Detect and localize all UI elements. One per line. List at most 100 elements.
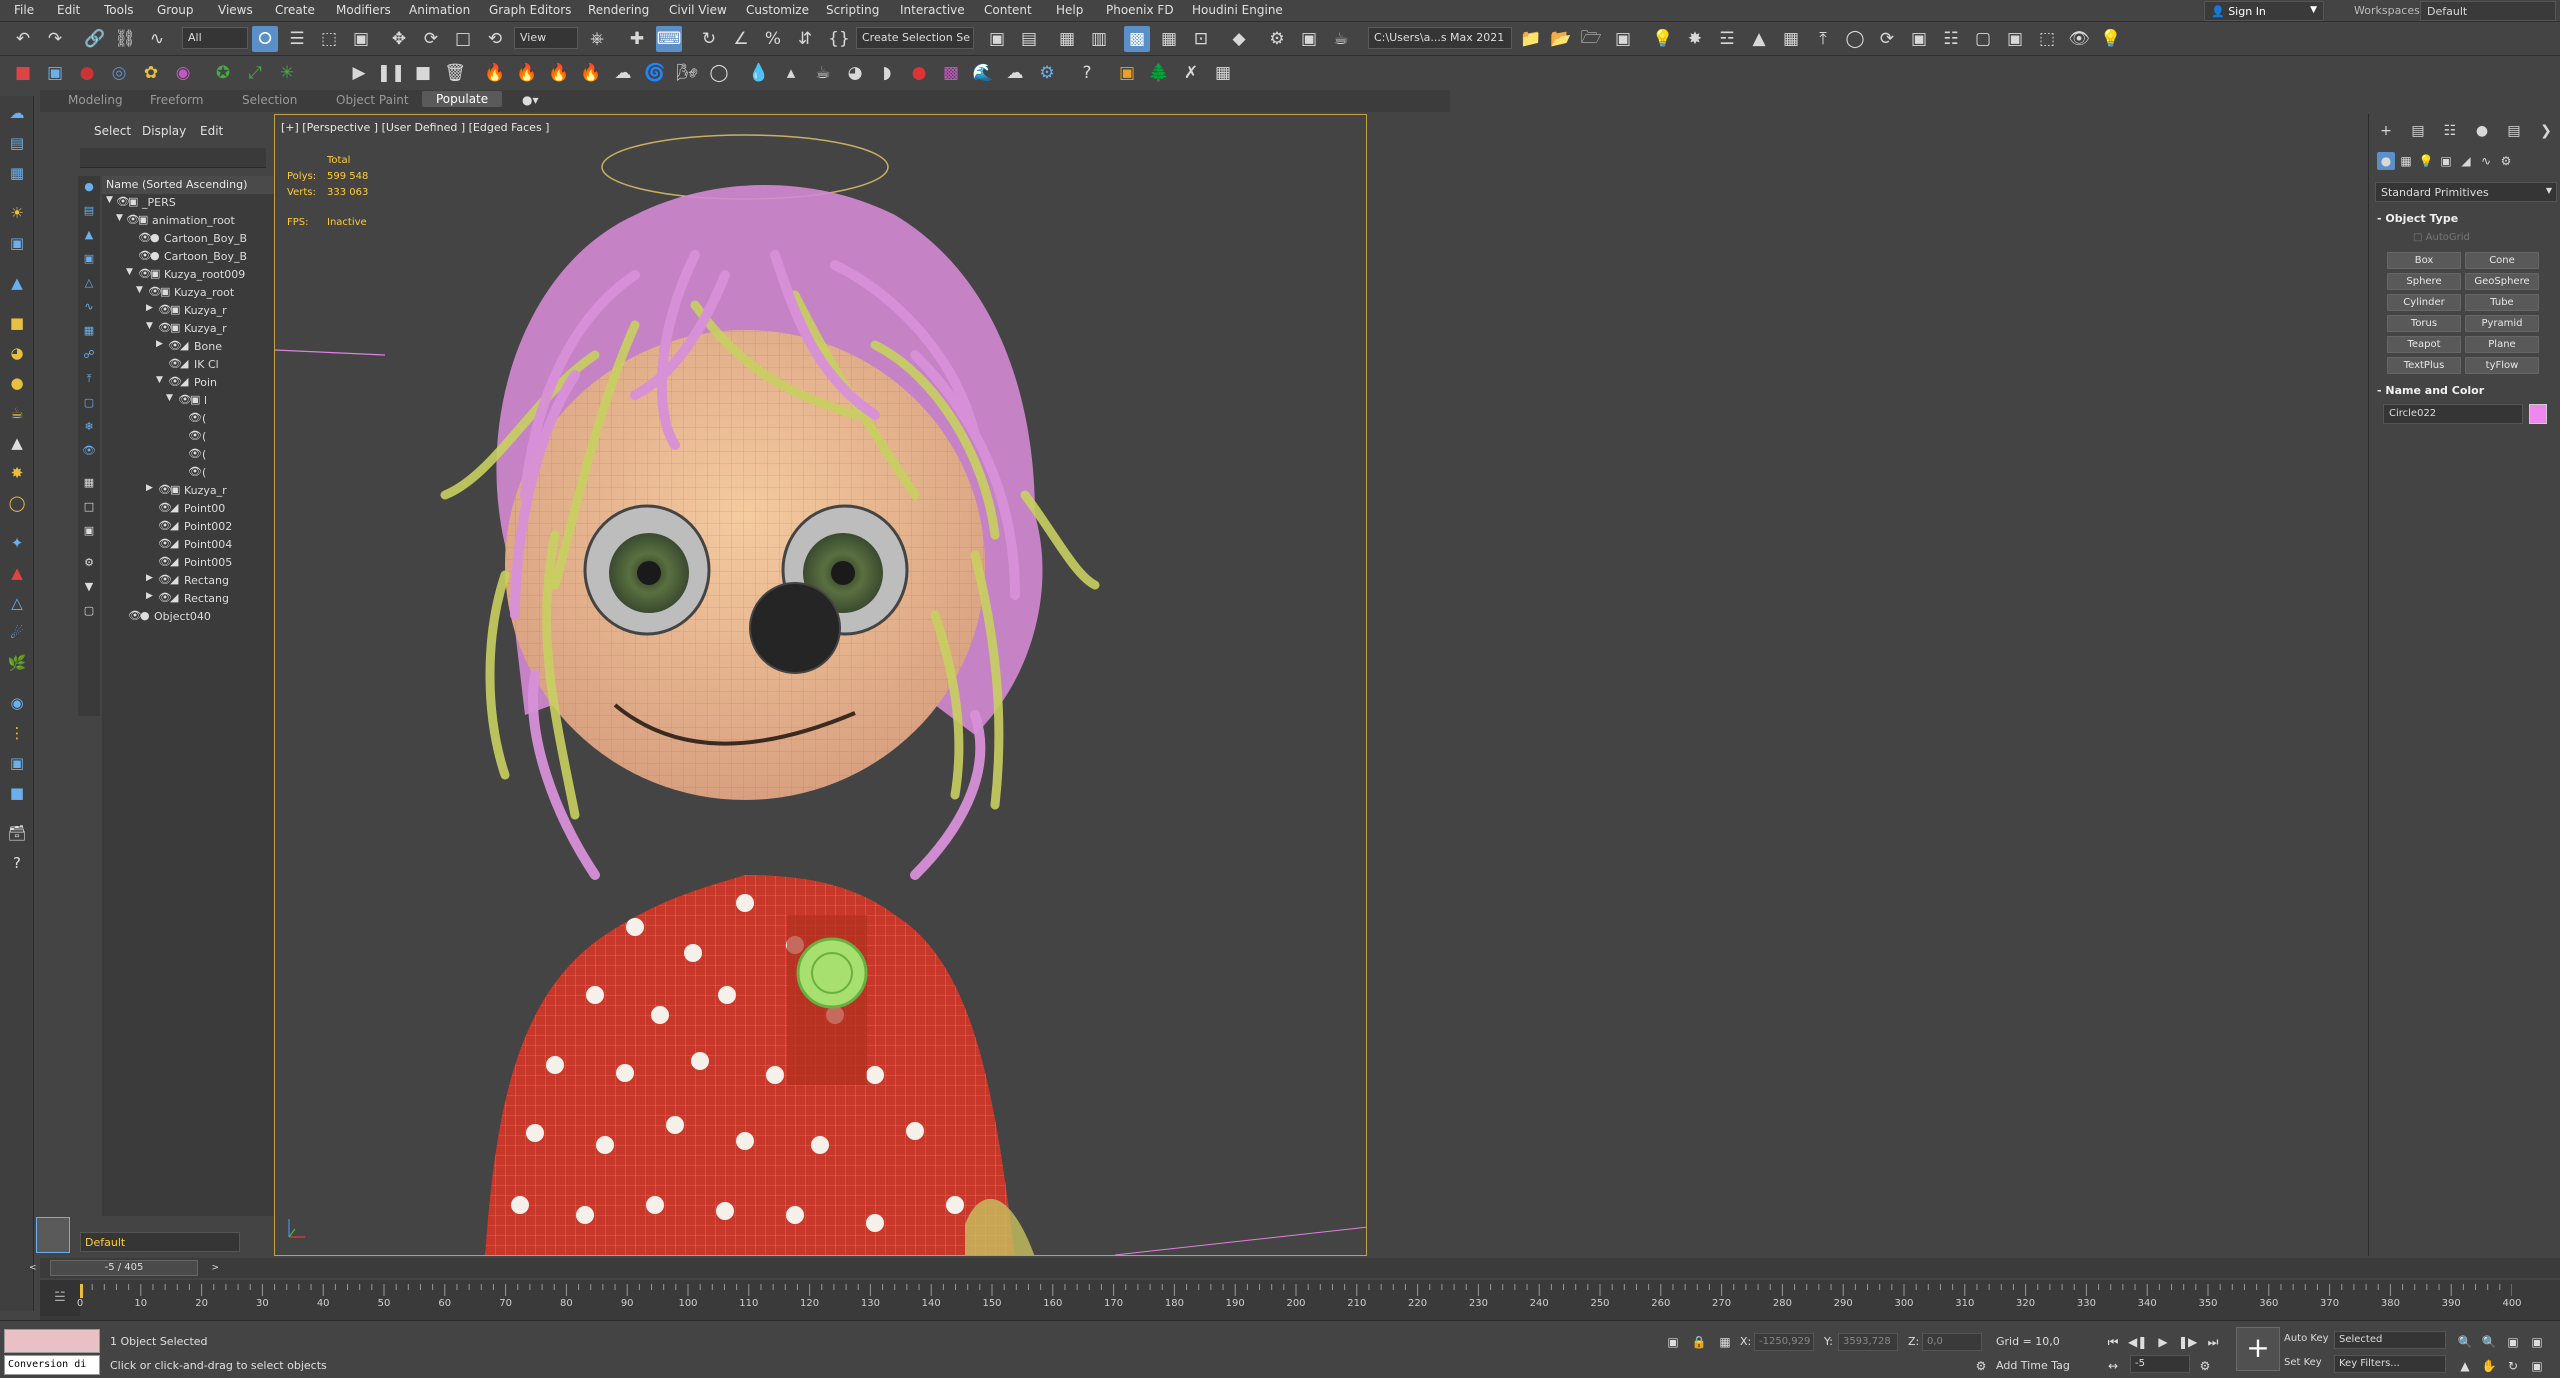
photometric-icon[interactable]: ▲: [1746, 26, 1772, 52]
link-icon[interactable]: 🔗: [82, 26, 108, 52]
ring-tool-icon[interactable]: ◯: [6, 492, 28, 514]
time-configuration-icon[interactable]: ⚙: [2196, 1357, 2214, 1375]
project-folder-select[interactable]: C:\Users\a...s Max 2021: [1368, 27, 1512, 49]
next-frame-button-icon[interactable]: ❚▶: [2178, 1333, 2197, 1351]
menu-create[interactable]: Create: [275, 3, 315, 17]
tab-freeform[interactable]: Freeform: [150, 93, 203, 107]
rendered-frame-window-icon[interactable]: ▣: [1296, 26, 1322, 52]
tree-row[interactable]: 👁 ◢ Point002: [102, 518, 302, 536]
stop-circle-icon[interactable]: ●: [906, 60, 932, 86]
pyramid-button[interactable]: Pyramid: [2465, 315, 2539, 332]
select-by-name-icon[interactable]: ☰: [284, 26, 310, 52]
filter-xrefs-icon[interactable]: ☍: [81, 348, 97, 364]
collapse-arrow-icon[interactable]: ▼: [136, 285, 143, 295]
layer-icon[interactable]: ▦: [6, 162, 28, 184]
fire-particles-icon[interactable]: 🔥: [578, 60, 604, 86]
cone-tool-icon[interactable]: ▲: [6, 432, 28, 454]
tree-icon[interactable]: 🌲: [1146, 60, 1172, 86]
helpers-icon[interactable]: ▲: [6, 272, 28, 294]
scene-explorer-icon[interactable]: ▤: [6, 132, 28, 154]
fire-icon[interactable]: 🔥: [482, 60, 508, 86]
trackbar-ruler[interactable]: 0 10 20 30 40 50 60 70 80 90 100 110 120 130 140 150 160…: [77, 1280, 2522, 1312]
layer-explorer-toggle[interactable]: [36, 1217, 70, 1253]
frame-buffer-icon[interactable]: ▢: [1970, 26, 1996, 52]
box-button[interactable]: Box: [2387, 252, 2461, 269]
snaps-toggle-icon[interactable]: ↻: [696, 26, 722, 52]
cube-icon[interactable]: ▣: [42, 60, 68, 86]
hierarchy-tab-icon[interactable]: ☷: [2439, 120, 2461, 142]
collapse-arrow-icon[interactable]: ▼: [156, 375, 163, 385]
y-coordinate-field[interactable]: 3593,728: [1838, 1333, 1898, 1351]
collapse-arrow-icon[interactable]: ▼: [166, 393, 173, 403]
menu-civil-view[interactable]: Civil View: [669, 3, 727, 17]
cone-button[interactable]: Cone: [2465, 252, 2539, 269]
auto-key-button[interactable]: Auto Key: [2284, 1333, 2329, 1344]
time-config-arrows-icon[interactable]: ↔: [2104, 1357, 2122, 1375]
menu-graph-editors[interactable]: Graph Editors: [489, 3, 571, 17]
sun-icon[interactable]: ✸: [1682, 26, 1708, 52]
tab-object-paint[interactable]: Object Paint: [336, 93, 409, 107]
window-crossing-icon[interactable]: ▣: [348, 26, 374, 52]
stop-icon[interactable]: ■: [410, 60, 436, 86]
render-tool-icon[interactable]: ▣: [6, 752, 28, 774]
sphere-button[interactable]: Sphere: [2387, 273, 2461, 290]
expand-arrow-icon[interactable]: ▶: [156, 339, 163, 349]
toggle-scene-explorer-icon[interactable]: ▦: [1054, 26, 1080, 52]
mirror-icon[interactable]: ▣: [984, 26, 1010, 52]
helpers-panel-icon[interactable]: ◢: [2457, 152, 2475, 170]
filter-groups-icon[interactable]: ▦: [81, 324, 97, 340]
sphere-tool-icon[interactable]: ●: [6, 372, 28, 394]
filter-invert-icon[interactable]: ▣: [81, 524, 97, 540]
key-filters-button[interactable]: Key Filters...: [2334, 1355, 2446, 1373]
tree-row[interactable]: ▶ 👁 ◢ Rectang: [102, 590, 302, 608]
particle-icon[interactable]: ✪: [210, 60, 236, 86]
shapes-icon[interactable]: ▦: [2397, 152, 2415, 170]
z-coordinate-field[interactable]: 0,0: [1922, 1333, 1982, 1351]
dots-tool-icon[interactable]: ⋮: [6, 722, 28, 744]
filter-none-icon[interactable]: □: [81, 500, 97, 516]
box-icon[interactable]: ■: [10, 60, 36, 86]
tree-row[interactable]: ▶ 👁 ▣ Kuzya_r: [102, 482, 302, 500]
bipod-tool-icon[interactable]: △: [6, 592, 28, 614]
pan-icon[interactable]: ✋: [2480, 1357, 2498, 1375]
angle-snap-icon[interactable]: ∠: [728, 26, 754, 52]
orbit-icon[interactable]: ↻: [2504, 1357, 2522, 1375]
tab-modeling[interactable]: Modeling: [68, 93, 123, 107]
schematic-view-icon[interactable]: ⊡: [1188, 26, 1214, 52]
menu-views[interactable]: Views: [218, 3, 253, 17]
tyflow-button[interactable]: tyFlow: [2465, 357, 2539, 374]
sun-tool-icon[interactable]: ✸: [6, 462, 28, 484]
play-animation-icon[interactable]: ▶: [2154, 1333, 2172, 1351]
zoom-icon[interactable]: 🔍: [2456, 1333, 2474, 1351]
menu-tools[interactable]: Tools: [104, 3, 134, 17]
filter-hidden-icon[interactable]: 👁: [81, 444, 97, 460]
toggle-ribbon-icon[interactable]: ▩: [1124, 26, 1150, 52]
region-icon[interactable]: ⬚: [2034, 26, 2060, 52]
time-slider-thumb[interactable]: < -5 / 405 >: [29, 1260, 219, 1276]
tree-row[interactable]: 👁 ◢ Point004: [102, 536, 302, 554]
menu-animation[interactable]: Animation: [409, 3, 470, 17]
textplus-button[interactable]: TextPlus: [2387, 357, 2461, 374]
tree-row[interactable]: 👁 ● Cartoon_Boy_B: [102, 248, 302, 266]
gravity-icon[interactable]: ◯: [706, 60, 732, 86]
pour-icon[interactable]: ◗: [874, 60, 900, 86]
light-tool-icon[interactable]: ☀: [6, 202, 28, 224]
material-editor-icon[interactable]: ◆: [1226, 26, 1252, 52]
expand-arrow-icon[interactable]: ▶: [146, 591, 153, 601]
create-tab-icon[interactable]: +: [2375, 120, 2397, 142]
filter-shapes-icon[interactable]: ▤: [81, 204, 97, 220]
liquid-source-icon[interactable]: ▴: [778, 60, 804, 86]
sign-in-dropdown[interactable]: 👤 Sign In ▼: [2204, 1, 2324, 21]
go-to-end-icon[interactable]: ⏭: [2204, 1333, 2222, 1351]
workspace-select[interactable]: Default: [2420, 1, 2556, 21]
filter-lights-icon[interactable]: ▲: [81, 228, 97, 244]
filter-frozen-icon[interactable]: ❄: [81, 420, 97, 436]
tree-row[interactable]: ▼ 👁 ▣ Kuzya_root: [102, 284, 302, 302]
phoenix-help-icon[interactable]: ⚙: [1034, 60, 1060, 86]
tree-row[interactable]: ▶ 👁 ◢ Bone: [102, 338, 302, 356]
fusion-icon[interactable]: ▣: [1114, 60, 1140, 86]
name-and-color-rollout[interactable]: - Name and Color: [2377, 384, 2484, 397]
camera-icon[interactable]: ▣: [2002, 26, 2028, 52]
collapse-arrow-icon[interactable]: ▼: [126, 267, 133, 277]
tree-row[interactable]: 👁 ● Cartoon_Boy_B: [102, 230, 302, 248]
